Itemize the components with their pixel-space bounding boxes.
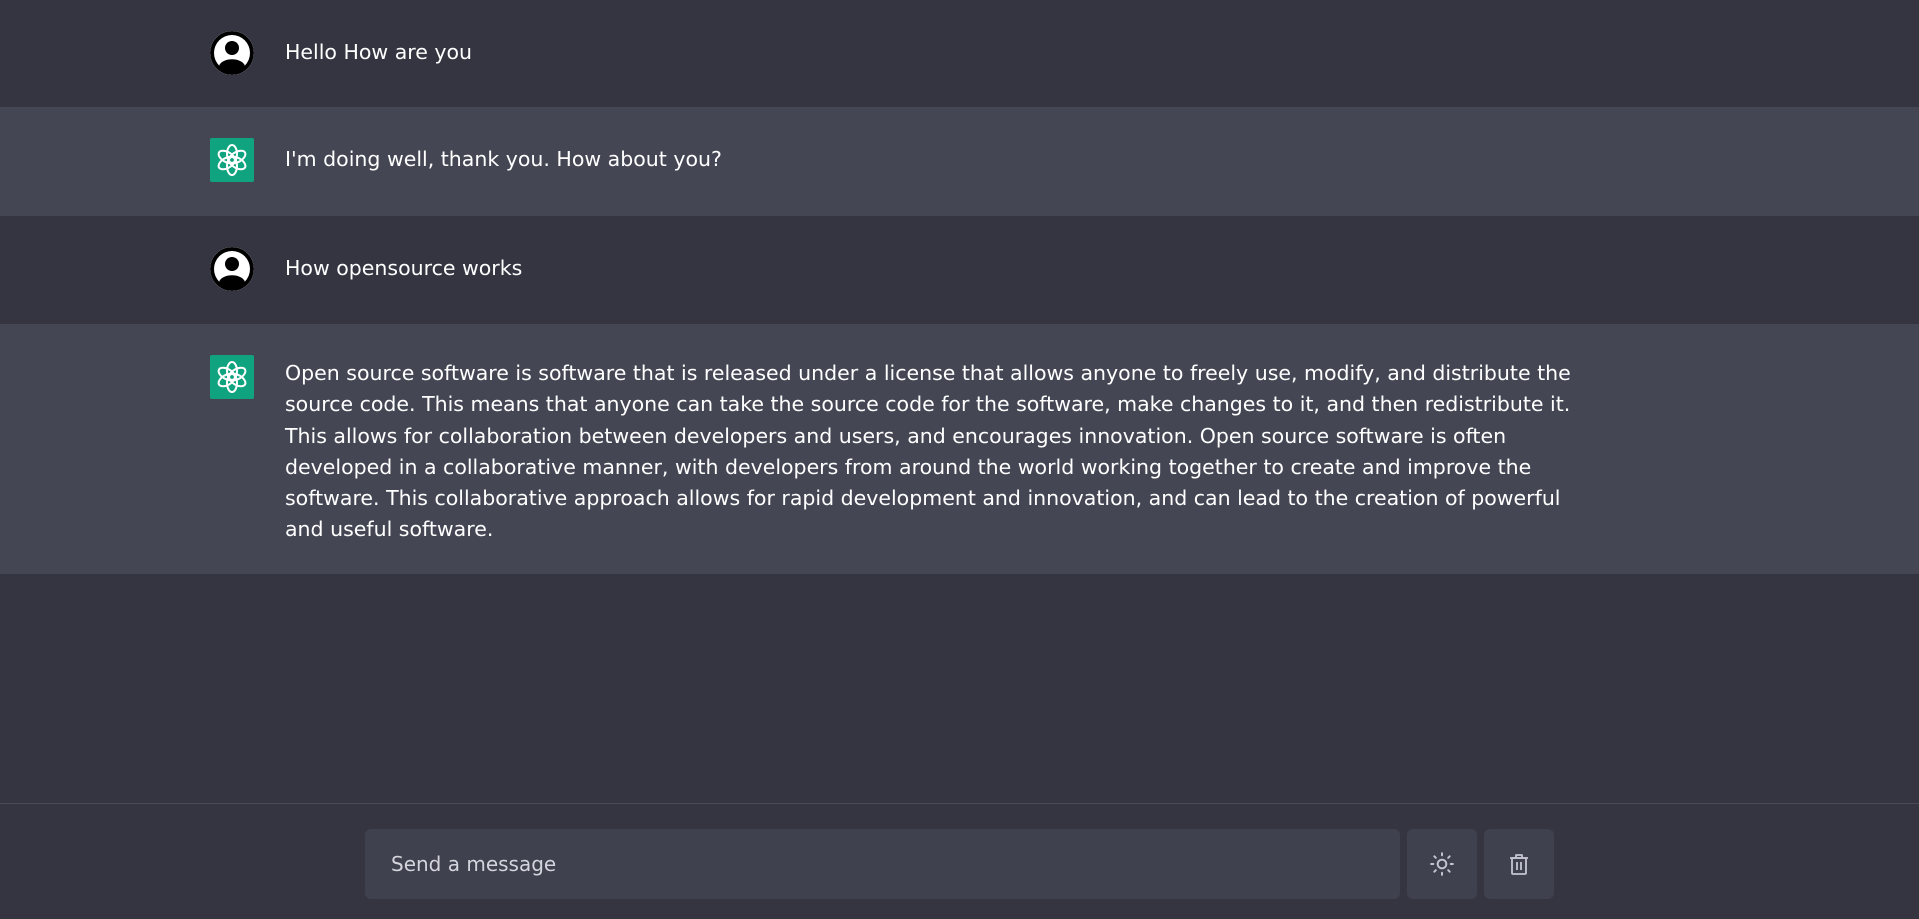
user-avatar-icon <box>210 247 254 291</box>
message-text: I'm doing well, thank you. How about you… <box>285 147 722 171</box>
composer-bar <box>0 803 1919 919</box>
message-text: Open source software is software that is… <box>285 361 1571 542</box>
theme-toggle-button[interactable] <box>1407 829 1477 899</box>
clear-chat-button[interactable] <box>1484 829 1554 899</box>
message-assistant: I'm doing well, thank you. How about you… <box>0 107 1919 216</box>
user-avatar-icon <box>210 31 254 75</box>
message-text: Hello How are you <box>285 40 473 64</box>
openai-logo-icon <box>210 355 254 399</box>
trash-icon <box>1510 854 1528 875</box>
chat-thread: Hello How are you I'm doing well, thank … <box>0 0 1919 803</box>
openai-logo-icon <box>210 138 254 182</box>
sun-icon <box>1430 852 1454 876</box>
message-user: Hello How are you <box>0 0 1919 107</box>
message-user: How opensource works <box>0 216 1919 324</box>
message-text: How opensource works <box>285 256 523 280</box>
message-assistant: Open source software is software that is… <box>0 324 1919 574</box>
message-input[interactable] <box>365 829 1400 899</box>
